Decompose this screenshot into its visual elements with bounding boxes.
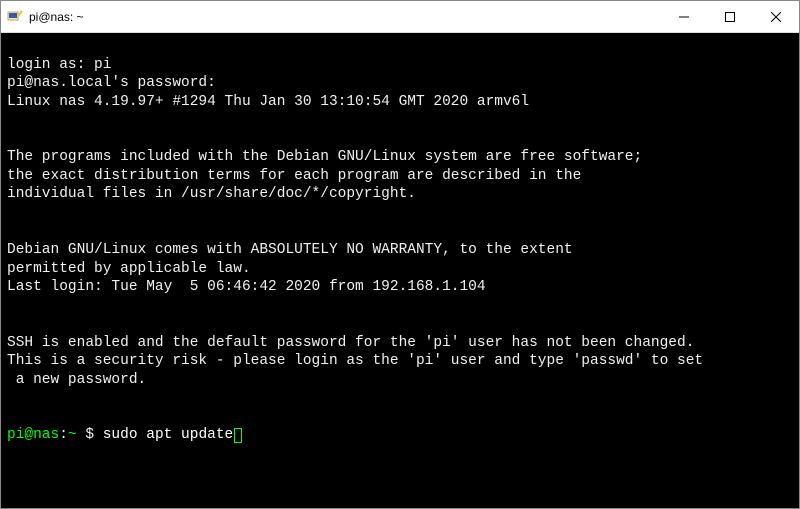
prompt-user-host: pi@nas	[7, 427, 59, 443]
prompt-line: pi@nas:~ $ sudo apt update	[7, 427, 242, 443]
command-input[interactable]: sudo apt update	[103, 427, 234, 443]
minimize-button[interactable]	[661, 1, 707, 32]
window-controls	[661, 1, 799, 32]
password-line: pi@nas.local's password:	[7, 75, 216, 91]
maximize-button[interactable]	[707, 1, 753, 32]
motd-line: individual files in /usr/share/doc/*/cop…	[7, 186, 416, 202]
titlebar[interactable]: pi@nas: ~	[1, 1, 799, 33]
blank-line	[7, 297, 793, 316]
close-button[interactable]	[753, 1, 799, 32]
motd-line: The programs included with the Debian GN…	[7, 149, 642, 165]
blank-line	[7, 204, 793, 223]
cursor-icon	[234, 428, 242, 443]
prompt-path: ~	[68, 427, 77, 443]
kernel-line: Linux nas 4.19.97+ #1294 Thu Jan 30 13:1…	[7, 94, 529, 110]
login-line: login as: pi	[7, 57, 111, 73]
last-login-line: Last login: Tue May 5 06:46:42 2020 from…	[7, 279, 486, 295]
terminal-area[interactable]: login as: pi pi@nas.local's password: Li…	[1, 33, 799, 508]
blank-line	[7, 111, 793, 130]
prompt-symbol: $	[77, 427, 103, 443]
prompt-sep: :	[59, 427, 68, 443]
window-title: pi@nas: ~	[29, 10, 661, 24]
motd-line: the exact distribution terms for each pr…	[7, 168, 581, 184]
ssh-warning-line: This is a security risk - please login a…	[7, 353, 703, 369]
ssh-warning-line: SSH is enabled and the default password …	[7, 335, 694, 351]
blank-line	[7, 389, 793, 408]
app-window: pi@nas: ~ login as: pi pi@nas.local's pa…	[0, 0, 800, 509]
motd-line: permitted by applicable law.	[7, 261, 251, 277]
ssh-warning-line: a new password.	[7, 372, 146, 388]
putty-icon	[7, 9, 23, 25]
motd-line: Debian GNU/Linux comes with ABSOLUTELY N…	[7, 242, 573, 258]
